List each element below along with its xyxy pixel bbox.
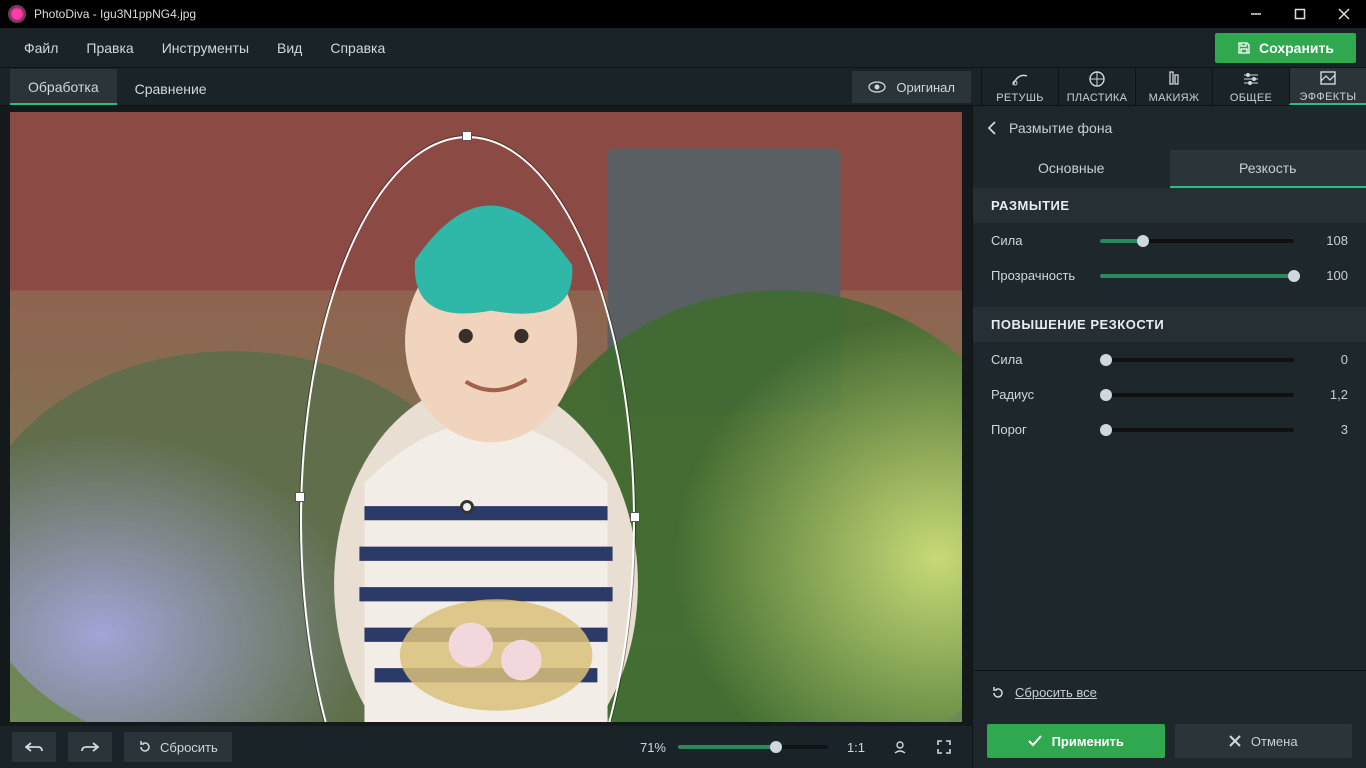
menu-tools[interactable]: Инструменты bbox=[148, 40, 263, 56]
check-icon bbox=[1028, 735, 1042, 747]
section-blur: РАЗМЫТИЕ bbox=[973, 188, 1366, 223]
slider-strength2[interactable] bbox=[1100, 358, 1294, 362]
right-tab-plastic[interactable]: ПЛАСТИКА bbox=[1058, 68, 1135, 105]
save-button[interactable]: Сохранить bbox=[1215, 33, 1356, 63]
reset-label: Сбросить bbox=[160, 740, 218, 755]
cancel-label: Отмена bbox=[1251, 734, 1298, 749]
app-logo-icon bbox=[8, 5, 26, 23]
reset-all-icon bbox=[991, 686, 1005, 700]
slider-strength-value: 108 bbox=[1308, 233, 1348, 248]
image-canvas[interactable] bbox=[10, 112, 962, 722]
save-icon bbox=[1237, 41, 1251, 55]
window-title: PhotoDiva - Igu3N1ppNG4.jpg bbox=[34, 7, 196, 21]
window-minimize-button[interactable] bbox=[1234, 0, 1278, 28]
original-toggle-button[interactable]: Оригинал bbox=[852, 71, 971, 103]
zoom-readout: 71% bbox=[640, 740, 666, 755]
slider-opacity[interactable] bbox=[1100, 274, 1294, 278]
handle-right[interactable] bbox=[630, 512, 640, 522]
menu-help[interactable]: Справка bbox=[316, 40, 399, 56]
right-tab-general[interactable]: ОБЩЕЕ bbox=[1212, 68, 1289, 105]
reset-icon bbox=[138, 740, 152, 754]
right-tab-effects[interactable]: ЭФФЕКТЫ bbox=[1289, 68, 1366, 105]
reset-all-button[interactable]: Сбросить все bbox=[973, 670, 1366, 714]
apply-button[interactable]: Применить bbox=[987, 724, 1165, 758]
panel-tab-sharp[interactable]: Резкость bbox=[1170, 150, 1366, 188]
tab-compare[interactable]: Сравнение bbox=[117, 71, 225, 105]
slider-strength-label: Сила bbox=[991, 233, 1086, 248]
slider-threshold[interactable] bbox=[1100, 428, 1294, 432]
slider-threshold-value: 3 bbox=[1308, 422, 1348, 437]
menu-view[interactable]: Вид bbox=[263, 40, 316, 56]
eye-icon bbox=[868, 81, 886, 93]
reset-all-label: Сбросить все bbox=[1015, 685, 1097, 700]
apply-label: Применить bbox=[1052, 734, 1124, 749]
panel-tab-basic[interactable]: Основные bbox=[973, 150, 1170, 188]
menu-file[interactable]: Файл bbox=[10, 40, 72, 56]
fullscreen-button[interactable] bbox=[928, 732, 960, 762]
slider-strength2-label: Сила bbox=[991, 352, 1086, 367]
redo-button[interactable] bbox=[68, 732, 112, 762]
window-close-button[interactable] bbox=[1322, 0, 1366, 28]
slider-threshold-label: Порог bbox=[991, 422, 1086, 437]
reset-button[interactable]: Сбросить bbox=[124, 732, 232, 762]
window-maximize-button[interactable] bbox=[1278, 0, 1322, 28]
cancel-button[interactable]: Отмена bbox=[1175, 724, 1353, 758]
save-label: Сохранить bbox=[1259, 40, 1334, 56]
panel-title: Размытие фона bbox=[1009, 120, 1112, 136]
tab-processing[interactable]: Обработка bbox=[10, 69, 117, 105]
slider-radius-value: 1,2 bbox=[1308, 387, 1348, 402]
selection-center-icon[interactable] bbox=[460, 500, 474, 514]
menu-edit[interactable]: Правка bbox=[72, 40, 147, 56]
close-icon bbox=[1229, 735, 1241, 747]
slider-strength2-value: 0 bbox=[1308, 352, 1348, 367]
undo-button[interactable] bbox=[12, 732, 56, 762]
slider-radius-label: Радиус bbox=[991, 387, 1086, 402]
slider-opacity-value: 100 bbox=[1308, 268, 1348, 283]
handle-left[interactable] bbox=[295, 492, 305, 502]
back-icon[interactable] bbox=[987, 121, 997, 135]
section-sharp: ПОВЫШЕНИЕ РЕЗКОСТИ bbox=[973, 307, 1366, 342]
zoom-slider[interactable] bbox=[678, 745, 828, 749]
right-tab-retouch[interactable]: РЕТУШЬ bbox=[981, 68, 1058, 105]
face-fit-button[interactable] bbox=[884, 732, 916, 762]
right-tab-makeup[interactable]: МАКИЯЖ bbox=[1135, 68, 1212, 105]
slider-opacity-label: Прозрачность bbox=[991, 268, 1086, 283]
slider-strength[interactable] bbox=[1100, 239, 1294, 243]
zoom-1to1-button[interactable]: 1:1 bbox=[840, 732, 872, 762]
original-label: Оригинал bbox=[896, 80, 955, 95]
handle-top[interactable] bbox=[462, 131, 472, 141]
slider-radius[interactable] bbox=[1100, 393, 1294, 397]
